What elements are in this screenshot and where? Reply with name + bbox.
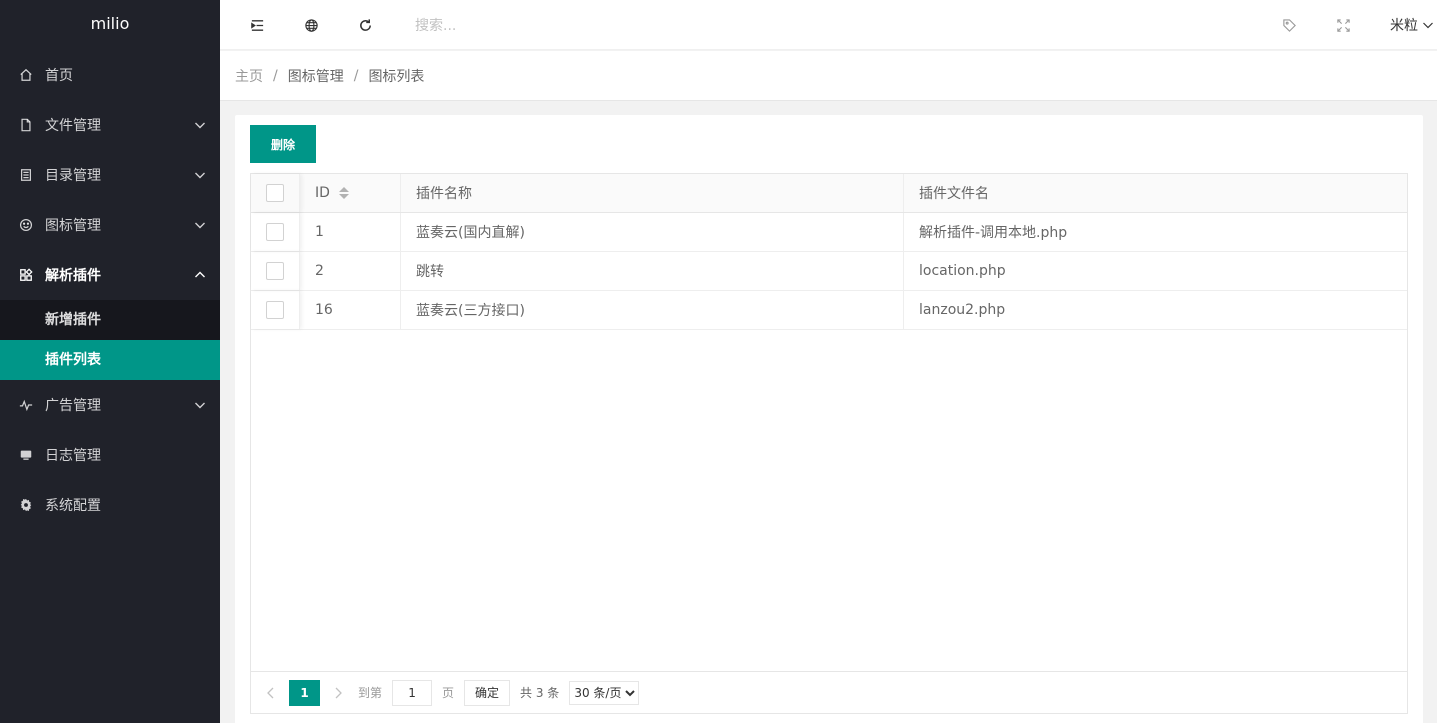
breadcrumb-separator: / xyxy=(273,67,278,84)
table-row: 16 蓝奏云(三方接口) lanzou2.php xyxy=(251,291,1407,330)
submenu-item-plugin-list[interactable]: 插件列表 xyxy=(0,340,220,380)
chevron-left-icon xyxy=(267,687,274,698)
cell-id: 2 xyxy=(300,252,401,290)
row-checkbox[interactable] xyxy=(266,301,284,319)
plugin-table: ID 插件名称 插件文件名 1 蓝奏云(国内直解) 解析插件-调用本地.php … xyxy=(250,173,1408,714)
gear-icon xyxy=(19,498,33,512)
tag-button[interactable] xyxy=(1279,0,1299,50)
refresh-button[interactable] xyxy=(355,0,375,50)
file-icon xyxy=(19,118,33,132)
chevron-down-icon xyxy=(195,402,205,409)
plugin-submenu: 新增插件 插件列表 xyxy=(0,300,220,380)
column-header-label: ID xyxy=(315,185,330,201)
sidebar-item-logs[interactable]: 日志管理 xyxy=(0,430,220,480)
page-unit-label: 页 xyxy=(442,686,455,700)
chevron-up-icon xyxy=(195,271,205,278)
user-name: 米粒 xyxy=(1390,18,1418,34)
cell-id: 1 xyxy=(300,213,401,251)
sidebar: milio 首页 文件管理 目录管理 图标管理 解析插件 新增插件 插件列表 广… xyxy=(0,0,220,723)
row-checkbox-cell xyxy=(251,291,300,329)
fullscreen-button[interactable] xyxy=(1333,0,1353,50)
breadcrumb-icon-list: 图标列表 xyxy=(368,68,425,85)
goto-label: 到第 xyxy=(358,686,383,700)
breadcrumb-separator: / xyxy=(353,67,359,84)
cell-id: 16 xyxy=(300,291,401,329)
table-row: 1 蓝奏云(国内直解) 解析插件-调用本地.php xyxy=(251,213,1407,252)
column-header-id[interactable]: ID xyxy=(300,174,401,212)
breadcrumb-icon-manage[interactable]: 图标管理 xyxy=(288,66,344,86)
sidebar-item-icons[interactable]: 图标管理 xyxy=(0,200,220,250)
submenu-item-add-plugin[interactable]: 新增插件 xyxy=(0,300,220,340)
list-icon xyxy=(19,168,33,182)
refresh-icon xyxy=(359,18,371,31)
sidebar-item-label: 系统配置 xyxy=(45,498,101,514)
search-input[interactable] xyxy=(415,12,715,40)
pulse-icon xyxy=(19,398,33,412)
main-card: 删除 ID 插件名称 插件文件名 1 蓝奏云(国内直解) 解析插件-调用本地.p… xyxy=(235,115,1423,723)
app-logo: milio xyxy=(90,14,130,33)
breadcrumb: 主页 / 图标管理 / 图标列表 xyxy=(220,51,1437,101)
column-header-file: 插件文件名 xyxy=(904,174,1407,212)
column-header-label: 插件文件名 xyxy=(919,186,989,202)
top-header: 米粒 xyxy=(220,0,1437,50)
sidebar-item-directory[interactable]: 目录管理 xyxy=(0,150,220,200)
chevron-down-icon xyxy=(195,222,205,229)
chevron-right-icon xyxy=(335,687,342,698)
cell-file: lanzou2.php xyxy=(919,302,1006,318)
sidebar-item-label: 首页 xyxy=(45,68,73,84)
sidebar-item-plugins[interactable]: 解析插件 xyxy=(0,250,220,300)
globe-icon xyxy=(304,18,318,32)
apps-icon xyxy=(19,268,33,282)
user-menu[interactable]: 米粒 xyxy=(1390,0,1434,50)
prev-page-button[interactable] xyxy=(261,680,281,706)
indent-icon xyxy=(250,19,263,31)
row-checkbox-cell xyxy=(251,213,300,251)
sidebar-item-settings[interactable]: 系统配置 xyxy=(0,480,220,530)
pagination: 1 到第 页 确定 共 3 条 30 条/页 xyxy=(251,671,1407,713)
collapse-sidebar-button[interactable] xyxy=(247,0,267,50)
cell-file: 解析插件-调用本地.php xyxy=(919,225,1068,241)
chevron-down-icon xyxy=(195,172,205,179)
sidebar-item-ads[interactable]: 广告管理 xyxy=(0,380,220,430)
sidebar-item-home[interactable]: 首页 xyxy=(0,50,220,100)
breadcrumb-home[interactable]: 主页 xyxy=(235,66,263,86)
home-icon xyxy=(19,68,33,82)
total-count: 共 3 条 xyxy=(520,686,560,700)
next-page-button[interactable] xyxy=(328,680,348,706)
tag-icon xyxy=(1282,18,1296,32)
table-header: ID 插件名称 插件文件名 xyxy=(251,174,1407,213)
chevron-down-icon xyxy=(195,122,205,129)
sidebar-item-label: 解析插件 xyxy=(45,268,101,284)
cell-name: 跳转 xyxy=(401,252,904,290)
column-header-name: 插件名称 xyxy=(401,174,904,212)
smile-icon xyxy=(19,218,33,232)
row-checkbox[interactable] xyxy=(266,223,284,241)
cell-name: 蓝奏云(国内直解) xyxy=(401,213,904,251)
sidebar-item-label: 图标管理 xyxy=(45,218,101,234)
delete-button[interactable]: 删除 xyxy=(250,125,316,163)
fullscreen-icon xyxy=(1336,18,1350,32)
row-checkbox-cell xyxy=(251,252,300,290)
cell-name: 蓝奏云(三方接口) xyxy=(401,291,904,329)
row-checkbox[interactable] xyxy=(266,262,284,280)
goto-page-input[interactable] xyxy=(392,679,433,706)
page-number-current[interactable]: 1 xyxy=(289,679,320,706)
sidebar-item-files[interactable]: 文件管理 xyxy=(0,100,220,150)
chevron-down-icon xyxy=(1423,22,1433,29)
sidebar-item-label: 文件管理 xyxy=(45,118,101,134)
sort-icon[interactable] xyxy=(338,187,349,199)
sidebar-item-label: 广告管理 xyxy=(45,398,101,414)
goto-confirm-button[interactable]: 确定 xyxy=(464,679,511,706)
table-row: 2 跳转 location.php xyxy=(251,252,1407,291)
website-button[interactable] xyxy=(301,0,321,50)
column-header-label: 插件名称 xyxy=(416,186,472,202)
select-all-checkbox[interactable] xyxy=(266,184,284,202)
monitor-icon xyxy=(19,448,33,462)
sidebar-item-label: 目录管理 xyxy=(45,168,101,184)
page-size-select[interactable]: 30 条/页 xyxy=(569,680,640,705)
sidebar-item-label: 日志管理 xyxy=(45,448,101,464)
select-all-cell xyxy=(251,174,300,212)
cell-file: location.php xyxy=(919,263,1006,279)
